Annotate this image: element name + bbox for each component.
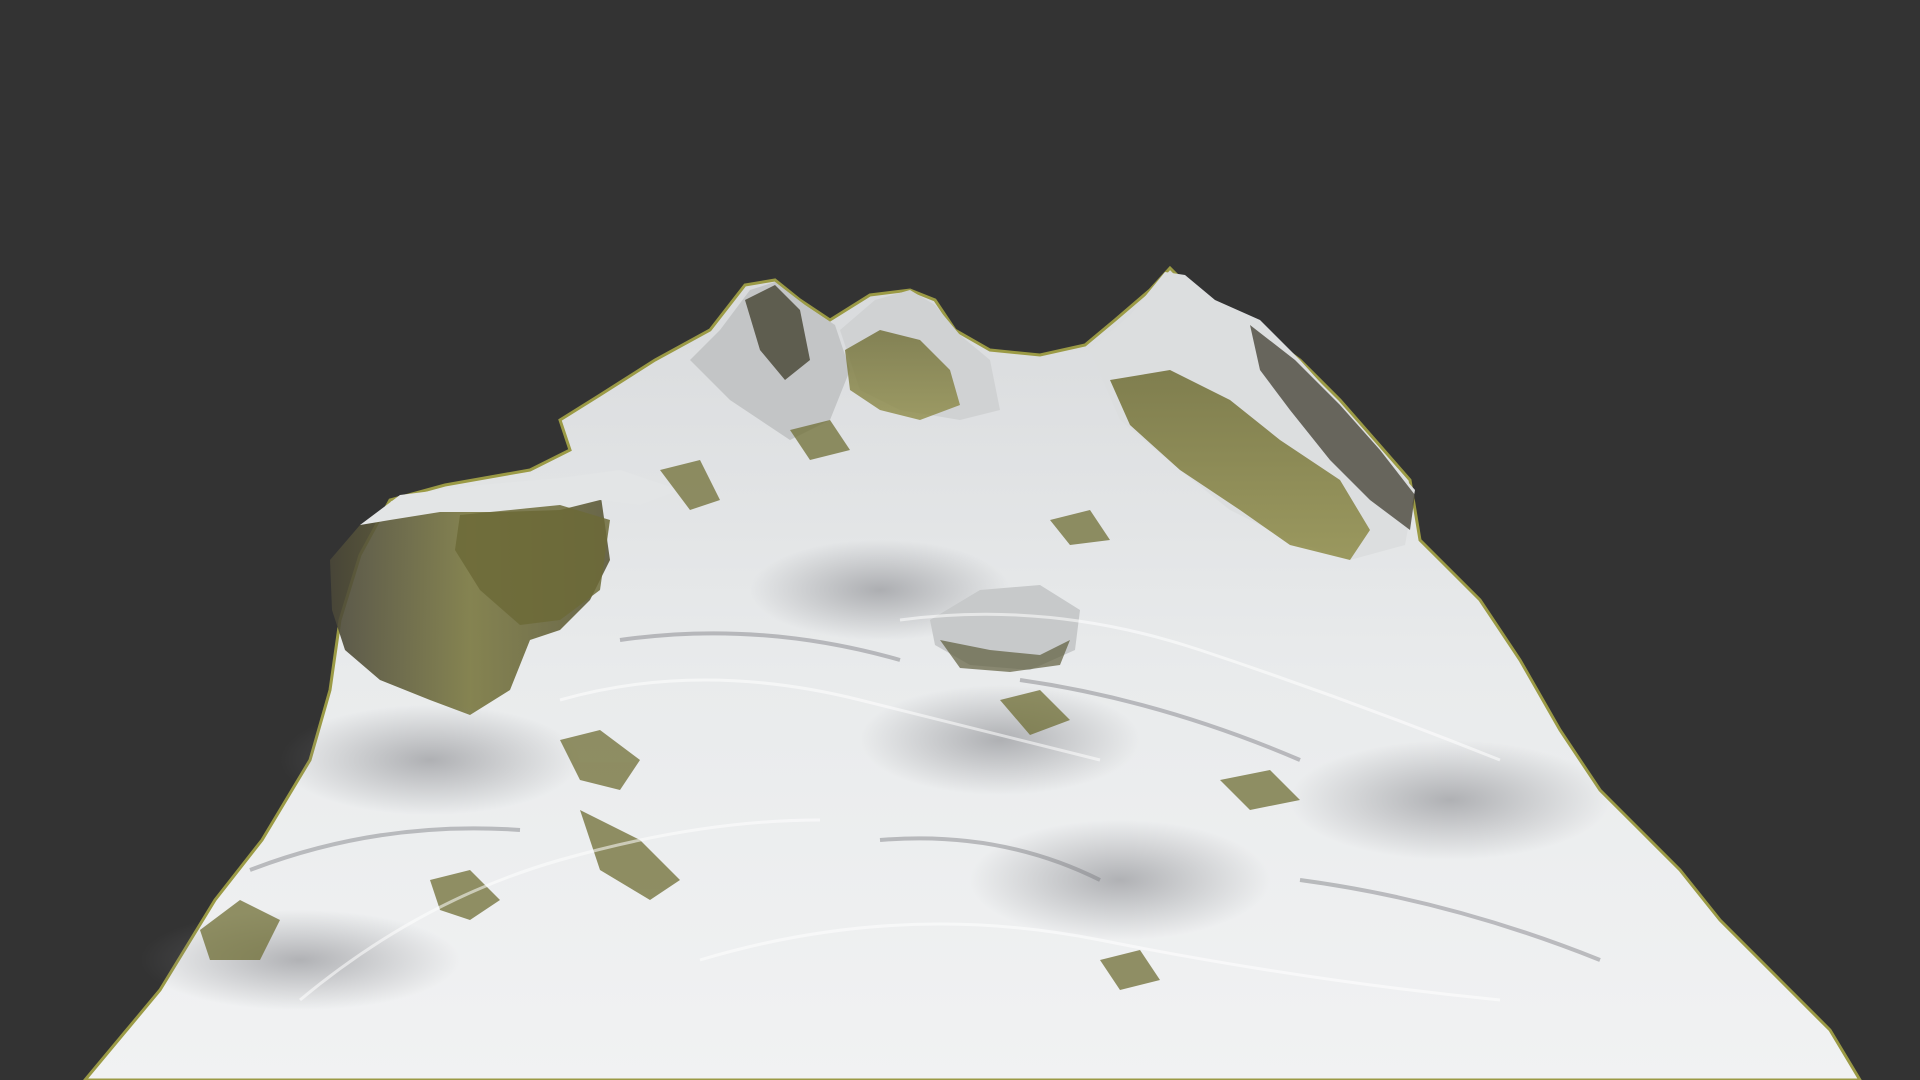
valley-shadow-5	[1290, 740, 1610, 860]
3d-viewport[interactable]	[0, 0, 1920, 1080]
valley-shadow-3	[970, 820, 1270, 940]
terrain-render	[83, 265, 1862, 1080]
valley-shadow-2	[860, 685, 1140, 795]
valley-shadow-6	[140, 910, 460, 1010]
valley-shadow-4	[280, 705, 580, 815]
